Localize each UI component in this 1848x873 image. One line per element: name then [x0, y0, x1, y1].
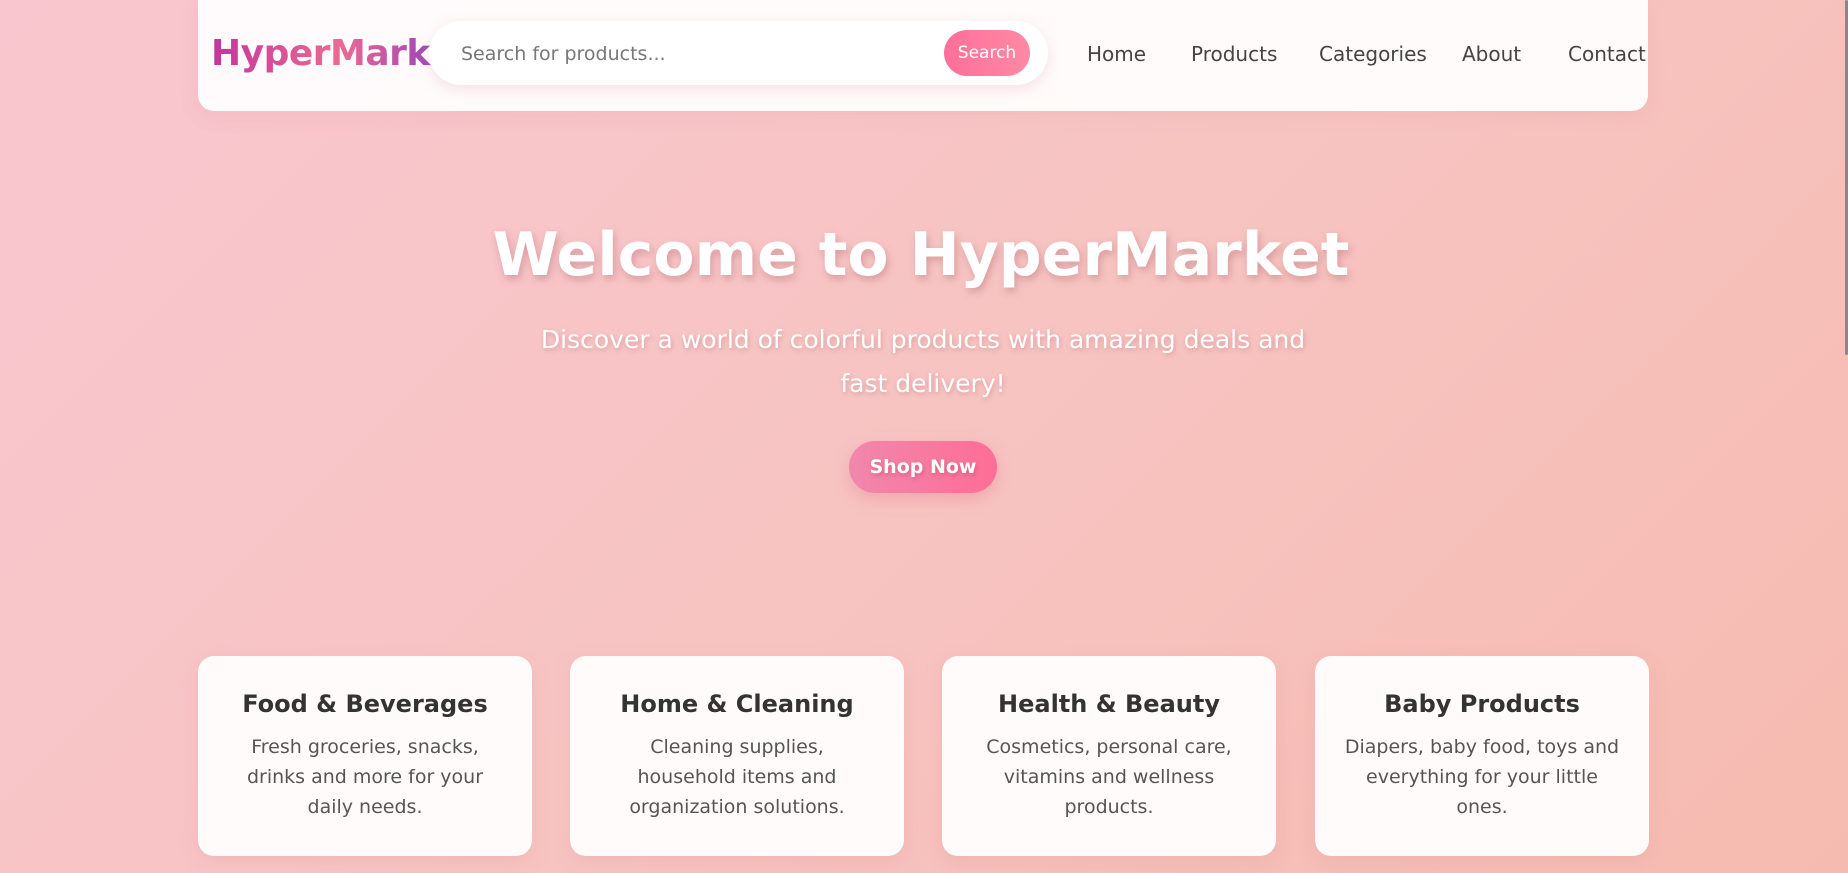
category-card-description: Fresh groceries, snacks, drinks and more…: [246, 736, 484, 818]
category-card-title: Baby Products: [1384, 690, 1580, 718]
category-card-description: Cosmetics, personal care, vitamins and w…: [986, 736, 1232, 818]
nav-link-contact[interactable]: Contact: [1568, 42, 1646, 66]
hero-subtitle: Discover a world of colorful products wi…: [540, 325, 1306, 398]
category-card-baby-products[interactable]: Baby Products Diapers, baby food, toys a…: [1315, 656, 1649, 856]
site-header: HyperMarket Search Home Products Categor…: [198, 0, 1648, 111]
category-card-health-beauty[interactable]: Health & Beauty Cosmetics, personal care…: [942, 656, 1276, 856]
nav-link-products[interactable]: Products: [1191, 42, 1277, 66]
nav-link-home[interactable]: Home: [1087, 42, 1146, 66]
category-card-title: Home & Cleaning: [620, 690, 854, 718]
category-card-description: Diapers, baby food, toys and everything …: [1344, 736, 1620, 818]
nav-link-categories[interactable]: Categories: [1319, 42, 1427, 66]
category-card-food-beverages[interactable]: Food & Beverages Fresh groceries, snacks…: [198, 656, 532, 856]
search-input[interactable]: [459, 35, 933, 73]
category-card-title: Health & Beauty: [998, 690, 1220, 718]
category-card-description: Cleaning supplies, household items and o…: [629, 736, 845, 818]
search-bar: Search: [429, 21, 1048, 85]
shop-now-button[interactable]: Shop Now: [849, 441, 997, 493]
page: HyperMarket Search Home Products Categor…: [0, 0, 1848, 873]
search-button[interactable]: Search: [944, 30, 1030, 76]
hero-title: Welcome to HyperMarket: [492, 220, 1350, 290]
nav-link-about[interactable]: About: [1462, 42, 1521, 66]
category-card-home-cleaning[interactable]: Home & Cleaning Cleaning supplies, house…: [570, 656, 904, 856]
category-card-title: Food & Beverages: [242, 690, 488, 718]
page-scrollbar[interactable]: [1844, 0, 1848, 873]
